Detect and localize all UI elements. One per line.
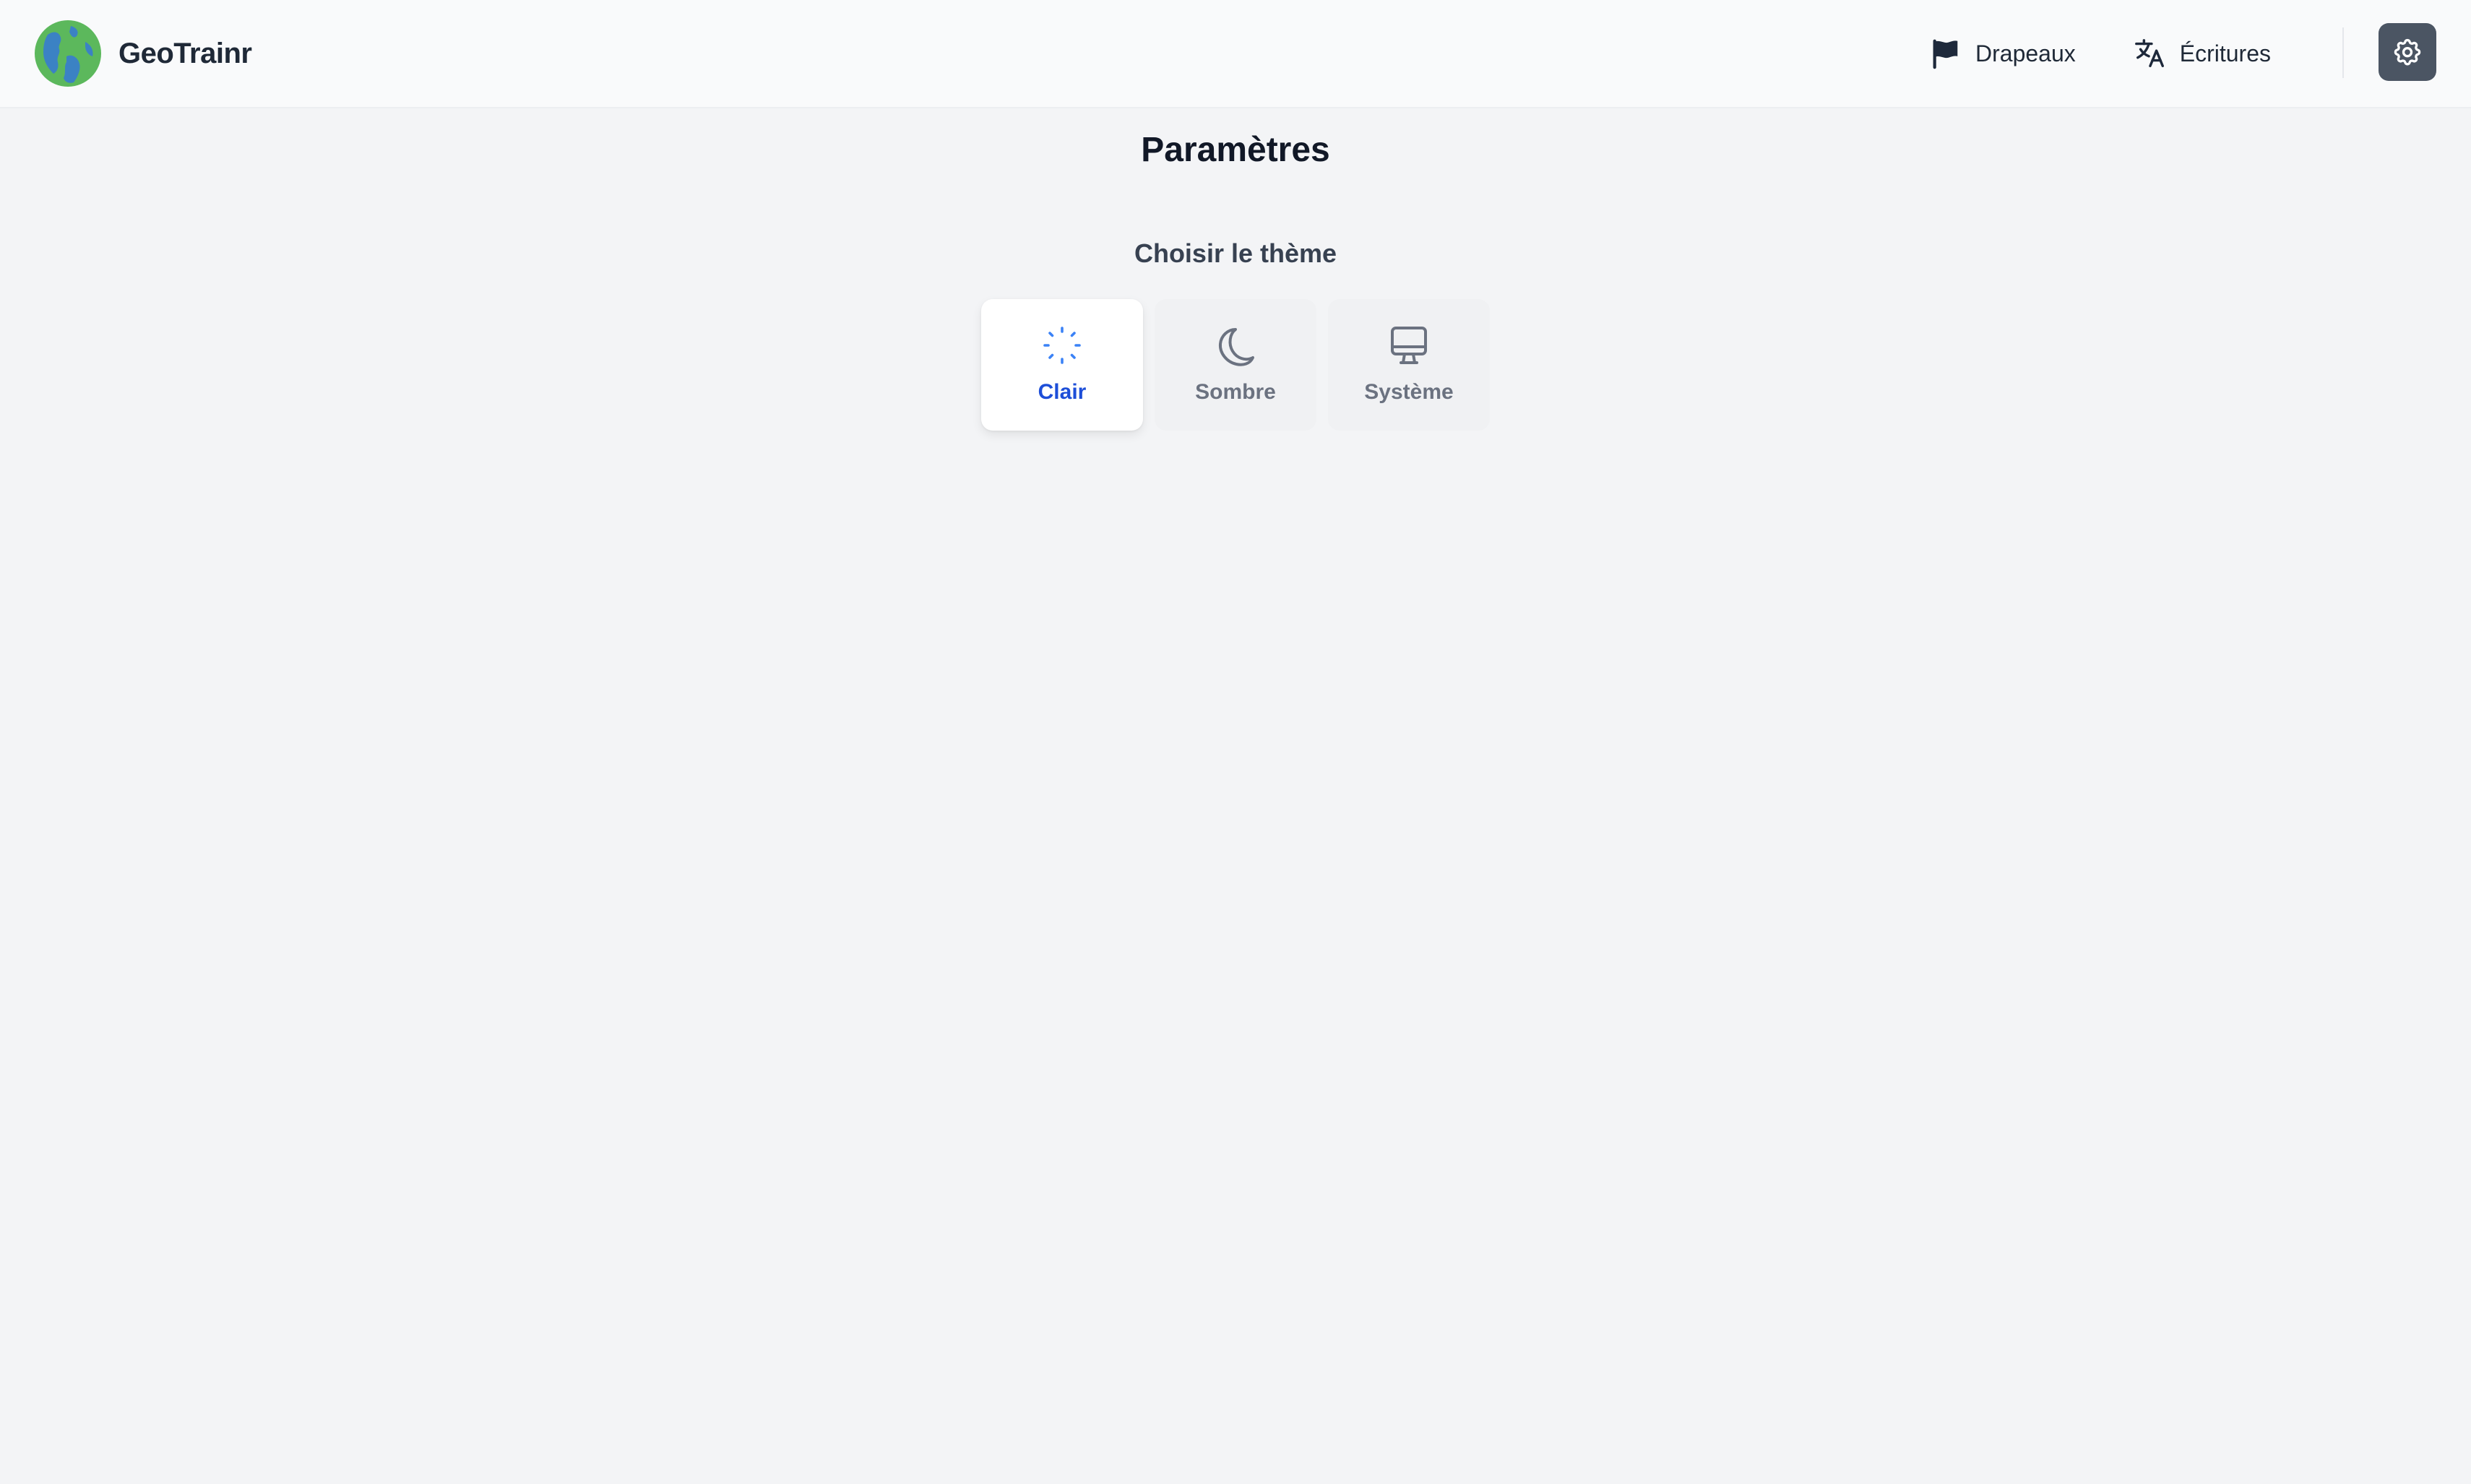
nav-label-flags: Drapeaux [1975, 40, 2076, 66]
nav-link-flags[interactable]: Drapeaux [1929, 25, 2076, 82]
theme-option-light[interactable]: Clair [981, 299, 1143, 431]
theme-section-title: Choisir le thème [1134, 238, 1337, 268]
page-title: Paramètres [1141, 131, 1330, 169]
top-navbar: GeoTrainr Drapeaux Écritures [0, 0, 2471, 108]
nav-divider [2342, 27, 2344, 78]
nav-label-scripts: Écritures [2179, 40, 2271, 66]
gear-icon [2394, 38, 2421, 66]
sun-loading-icon [1043, 327, 1081, 364]
theme-option-label: Sombre [1195, 380, 1276, 404]
globe-icon [35, 20, 101, 87]
theme-option-label: Clair [1038, 380, 1087, 404]
monitor-icon [1391, 327, 1427, 364]
nav-link-scripts[interactable]: Écritures [2134, 25, 2271, 82]
app-name: GeoTrainr [118, 37, 252, 69]
flag-icon [1933, 39, 1958, 69]
translate-icon [2134, 39, 2164, 67]
theme-option-system[interactable]: Système [1328, 299, 1490, 431]
theme-option-label: Système [1364, 380, 1454, 404]
brand[interactable]: GeoTrainr [35, 20, 252, 87]
main-nav: Drapeaux Écritures [1922, 0, 2271, 107]
theme-option-dark[interactable]: Sombre [1155, 299, 1316, 431]
moon-icon [1218, 328, 1254, 366]
settings-button[interactable] [2379, 23, 2436, 81]
theme-options: Clair Sombre Système [981, 299, 1490, 431]
